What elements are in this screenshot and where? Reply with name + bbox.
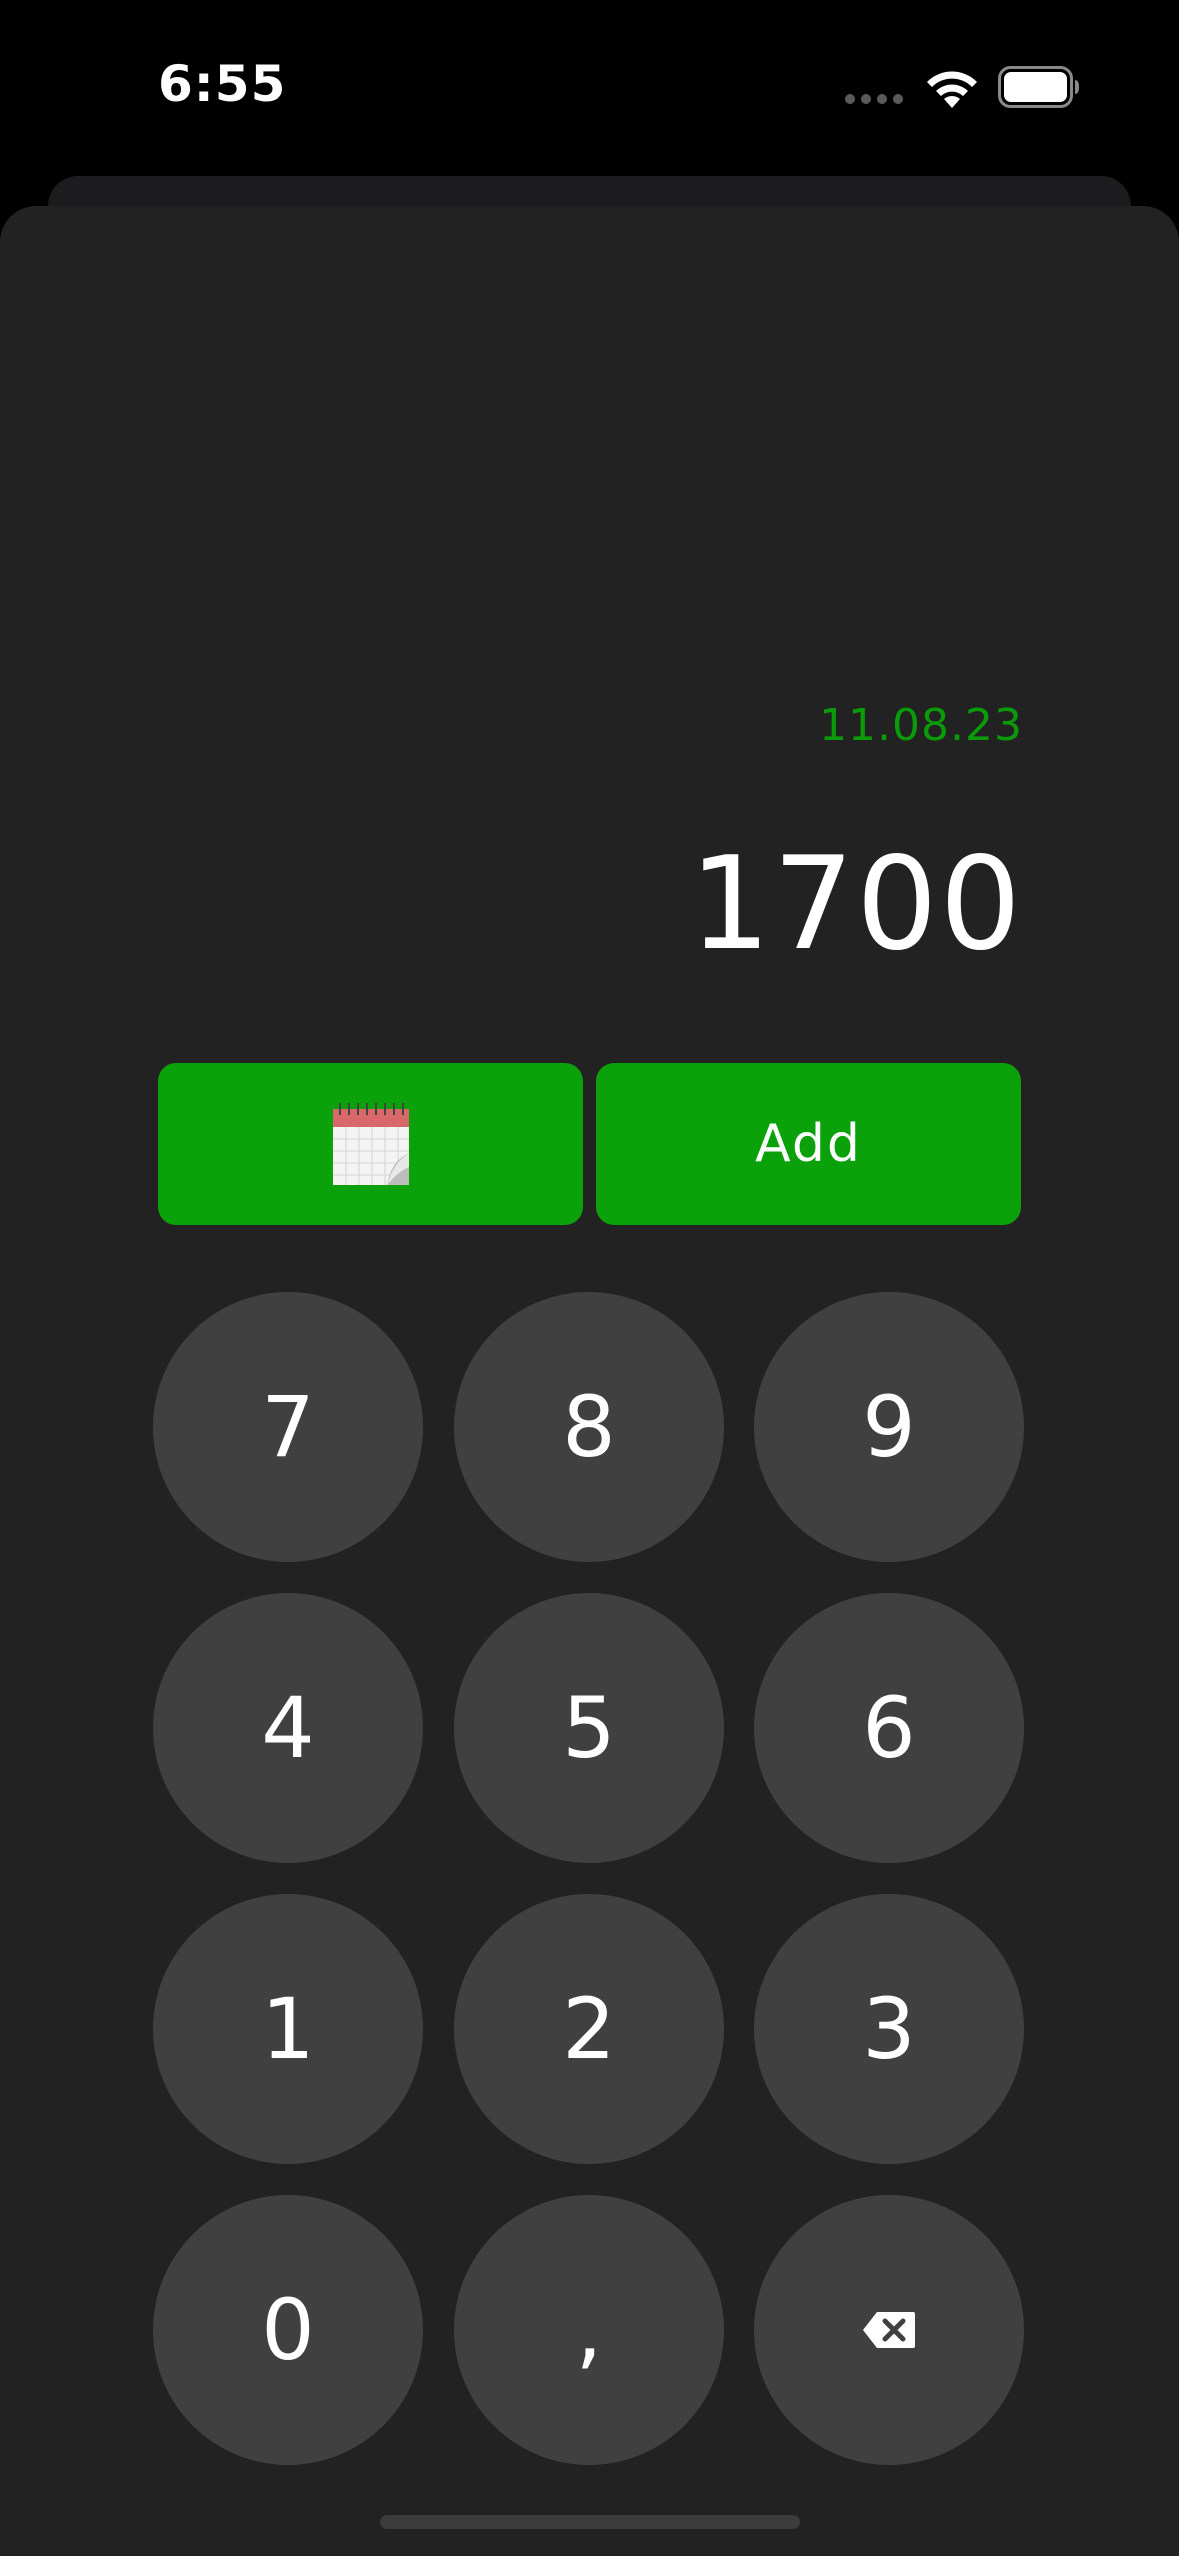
cellular-signal-icon [845,94,903,104]
battery-icon [998,66,1079,108]
key-6[interactable]: 6 [754,1593,1024,1863]
key-2[interactable]: 2 [454,1894,724,2164]
add-button[interactable]: Add [596,1063,1021,1225]
key-5[interactable]: 5 [454,1593,724,1863]
key-comma[interactable]: , [454,2195,724,2465]
date-label[interactable]: 11.08.23 [819,700,1023,751]
amount-display: 1700 [689,830,1023,979]
key-4[interactable]: 4 [153,1593,423,1863]
key-8[interactable]: 8 [454,1292,724,1562]
wifi-icon [927,71,977,108]
add-button-label: Add [755,1114,862,1174]
key-7[interactable]: 7 [153,1292,423,1562]
key-9[interactable]: 9 [754,1292,1024,1562]
backspace-key[interactable] [754,2195,1024,2465]
calendar-icon [332,1103,409,1185]
key-3[interactable]: 3 [754,1894,1024,2164]
key-0[interactable]: 0 [153,2195,423,2465]
status-bar: 6:55 [0,0,1179,170]
backspace-icon [863,2312,915,2348]
status-time: 6:55 [158,55,287,113]
calendar-button[interactable] [158,1063,583,1225]
home-indicator[interactable] [380,2515,800,2529]
key-1[interactable]: 1 [153,1894,423,2164]
